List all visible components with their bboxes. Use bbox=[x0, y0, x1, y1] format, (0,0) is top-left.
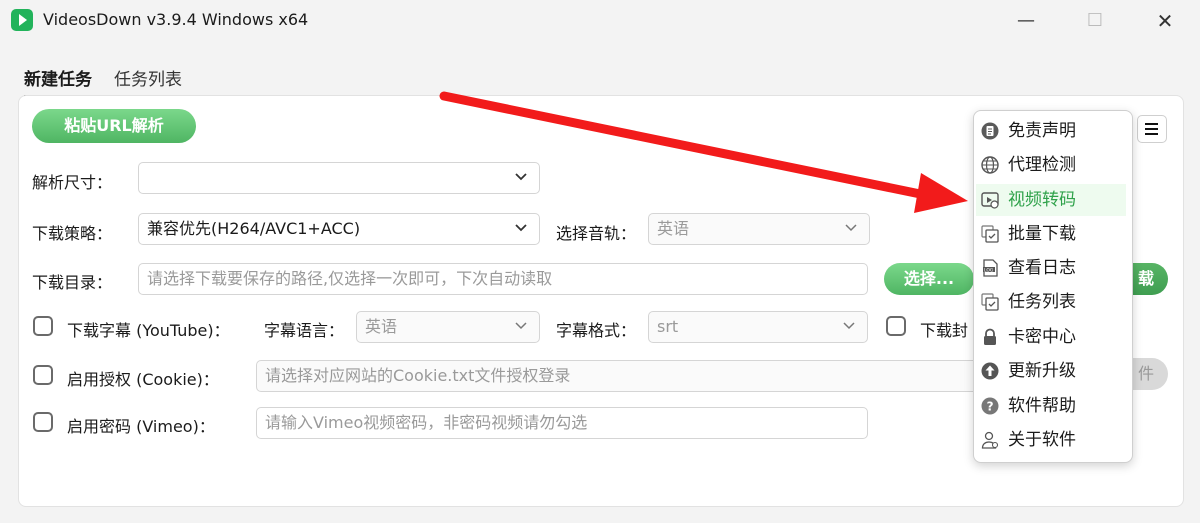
paste-url-button[interactable]: 粘贴URL解析 bbox=[32, 109, 196, 143]
log-icon: LOG bbox=[983, 259, 998, 277]
task-list-icon bbox=[981, 293, 999, 311]
strategy-select[interactable]: 兼容优先(H264/AVC1+ACC) bbox=[138, 213, 540, 245]
chevron-down-icon bbox=[841, 312, 857, 342]
app-logo-icon bbox=[11, 9, 33, 31]
title-bar: VideosDown v3.9.4 Windows x64 — ☐ ✕ bbox=[0, 0, 1200, 42]
app-menu-dropdown: 免责声明 代理检测 视频转码 批量下载 LOG 查看日志 任务列表 卡密中心 更… bbox=[973, 110, 1133, 463]
cookie-label: 启用授权 (Cookie)： bbox=[67, 370, 219, 389]
svg-text:LOG: LOG bbox=[984, 267, 994, 273]
password-input[interactable]: 请输入Vimeo视频密码，非密码视频请勿勾选 bbox=[256, 407, 868, 439]
subtitle-language-select[interactable]: 英语 bbox=[356, 311, 540, 343]
tab-new-task[interactable]: 新建任务 bbox=[24, 65, 92, 97]
user-icon bbox=[981, 431, 999, 449]
subtitle-language-value: 英语 bbox=[365, 317, 398, 336]
password-checkbox[interactable] bbox=[33, 412, 53, 432]
cover-checkbox[interactable] bbox=[886, 316, 906, 336]
disclaimer-icon bbox=[981, 122, 999, 140]
menu-item-card-center[interactable]: 卡密中心 bbox=[976, 321, 1126, 353]
choose-directory-button[interactable]: 选择... bbox=[884, 263, 974, 295]
chevron-down-icon bbox=[843, 214, 859, 244]
menu-item-upgrade[interactable]: 更新升级 bbox=[976, 355, 1126, 387]
tab-task-list[interactable]: 任务列表 bbox=[114, 65, 182, 90]
cover-label: 下载封 bbox=[920, 321, 969, 340]
maximize-button[interactable]: ☐ bbox=[1081, 8, 1109, 34]
chevron-down-icon bbox=[513, 163, 529, 193]
menu-item-batch-download[interactable]: 批量下载 bbox=[976, 218, 1126, 250]
audio-track-value: 英语 bbox=[657, 219, 690, 238]
directory-label: 下载目录： bbox=[32, 273, 113, 292]
subtitle-format-label: 字幕格式： bbox=[556, 321, 637, 340]
svg-text:?: ? bbox=[987, 400, 994, 414]
help-icon: ? bbox=[981, 397, 999, 415]
chevron-down-icon bbox=[513, 312, 529, 342]
subtitle-language-label: 字幕语言： bbox=[264, 321, 345, 340]
video-convert-icon bbox=[981, 192, 999, 209]
password-label: 启用密码 (Vimeo)： bbox=[67, 417, 215, 436]
window-title: VideosDown v3.9.4 Windows x64 bbox=[43, 10, 309, 29]
cookie-checkbox[interactable] bbox=[33, 365, 53, 385]
chevron-down-icon bbox=[513, 214, 529, 244]
audio-track-select[interactable]: 英语 bbox=[648, 213, 870, 245]
menu-item-video-convert[interactable]: 视频转码 bbox=[976, 184, 1126, 216]
resolution-label: 解析尺寸： bbox=[32, 173, 113, 192]
menu-item-about[interactable]: 关于软件 bbox=[976, 424, 1126, 456]
directory-input[interactable]: 请选择下载要保存的路径,仅选择一次即可，下次自动读取 bbox=[138, 263, 868, 295]
menu-button[interactable] bbox=[1137, 115, 1167, 143]
strategy-label: 下载策略： bbox=[32, 224, 113, 243]
menu-item-help[interactable]: ? 软件帮助 bbox=[976, 390, 1126, 422]
menu-item-proxy-check[interactable]: 代理检测 bbox=[976, 149, 1126, 181]
cookie-placeholder: 请选择对应网站的Cookie.txt文件授权登录 bbox=[265, 366, 571, 385]
upgrade-icon bbox=[981, 362, 999, 380]
minimize-button[interactable]: — bbox=[1012, 8, 1040, 34]
audio-track-label: 选择音轨： bbox=[556, 224, 637, 243]
batch-icon bbox=[981, 225, 999, 243]
menu-item-task-list[interactable]: 任务列表 bbox=[976, 286, 1126, 318]
lock-icon bbox=[984, 328, 996, 345]
cookie-input[interactable]: 请选择对应网站的Cookie.txt文件授权登录 bbox=[256, 360, 986, 392]
subtitle-checkbox[interactable] bbox=[33, 316, 53, 336]
subtitle-format-select[interactable]: srt bbox=[648, 311, 868, 343]
close-button[interactable]: ✕ bbox=[1151, 8, 1179, 34]
password-placeholder: 请输入Vimeo视频密码，非密码视频请勿勾选 bbox=[265, 413, 588, 432]
menu-item-view-log[interactable]: LOG 查看日志 bbox=[976, 252, 1126, 284]
globe-icon bbox=[981, 156, 999, 174]
resolution-select[interactable] bbox=[138, 162, 540, 194]
directory-placeholder: 请选择下载要保存的路径,仅选择一次即可，下次自动读取 bbox=[147, 269, 553, 288]
subtitle-label: 下载字幕 (YouTube)： bbox=[67, 321, 230, 340]
menu-item-disclaimer[interactable]: 免责声明 bbox=[976, 115, 1126, 147]
strategy-value: 兼容优先(H264/AVC1+ACC) bbox=[147, 219, 361, 238]
subtitle-format-value: srt bbox=[657, 317, 679, 336]
